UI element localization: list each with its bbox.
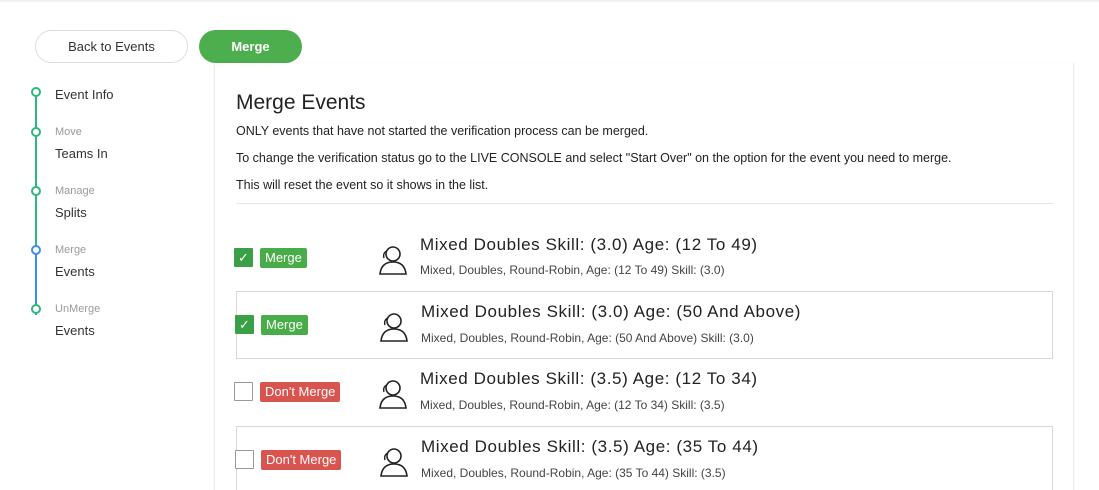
note-text: ONLY events that have not started the ve… <box>236 124 649 138</box>
user-icon <box>380 313 408 342</box>
event-title: Mixed Doubles Skill: (3.0) Age: (50 And … <box>421 302 802 321</box>
step-sublabel: UnMerge <box>55 303 101 315</box>
checkbox[interactable] <box>234 382 253 401</box>
event-subtitle: Mixed, Doubles, Round-Robin, Age: (50 An… <box>421 331 754 345</box>
step-label: Event Info <box>55 87 114 102</box>
user-icon <box>379 246 407 275</box>
step-sublabel: Merge <box>55 244 87 256</box>
check-icon[interactable]: ✓ <box>234 248 253 267</box>
divider <box>236 203 1053 204</box>
merge-events-panel: Merge Events ONLY events that have not s… <box>214 63 1074 490</box>
step-sublabel: Move <box>55 126 82 138</box>
checkbox[interactable] <box>235 450 254 469</box>
merge-button[interactable]: Merge <box>199 30 302 63</box>
event-title: Mixed Doubles Skill: (3.5) Age: (35 To 4… <box>421 437 759 456</box>
user-icon <box>380 448 408 477</box>
step-sublabel: Manage <box>55 185 95 197</box>
status-badge: Merge <box>260 248 307 268</box>
check-icon[interactable]: ✓ <box>235 315 254 334</box>
top-shadow <box>0 0 1099 3</box>
event-subtitle: Mixed, Doubles, Round-Robin, Age: (35 To… <box>421 466 726 480</box>
event-subtitle: Mixed, Doubles, Round-Robin, Age: (12 To… <box>420 398 725 412</box>
note-text: To change the verification status go to … <box>236 151 952 165</box>
note-text: This will reset the event so it shows in… <box>236 178 489 192</box>
step-dot <box>31 127 41 137</box>
status-badge: Don't Merge <box>261 450 342 470</box>
status-badge: Don't Merge <box>260 382 341 402</box>
step-dot <box>31 304 41 314</box>
status-badge: Merge <box>261 315 308 335</box>
event-subtitle: Mixed, Doubles, Round-Robin, Age: (12 To… <box>420 263 725 277</box>
event-row: ✓ Merge Mixed Doubles Skill: (3.0) Age: … <box>234 223 1053 291</box>
step-label: Splits <box>55 205 87 220</box>
event-row: ✓ Merge Mixed Doubles Skill: (3.0) Age: … <box>235 291 1053 359</box>
step-label: Events <box>55 264 95 279</box>
event-title: Mixed Doubles Skill: (3.0) Age: (12 To 4… <box>420 235 758 254</box>
step-dot <box>31 245 41 255</box>
event-row: Don't Merge Mixed Doubles Skill: (3.5) A… <box>234 359 1053 427</box>
event-row: Don't Merge Mixed Doubles Skill: (3.5) A… <box>235 426 1053 490</box>
event-title: Mixed Doubles Skill: (3.5) Age: (12 To 3… <box>420 369 758 388</box>
user-icon <box>379 380 407 409</box>
page-title: Merge Events <box>236 91 366 114</box>
step-dot <box>31 186 41 196</box>
step-label: Events <box>55 323 95 338</box>
step-label: Teams In <box>55 146 108 161</box>
step-dot <box>31 87 41 97</box>
back-to-events-button[interactable]: Back to Events <box>35 30 188 63</box>
